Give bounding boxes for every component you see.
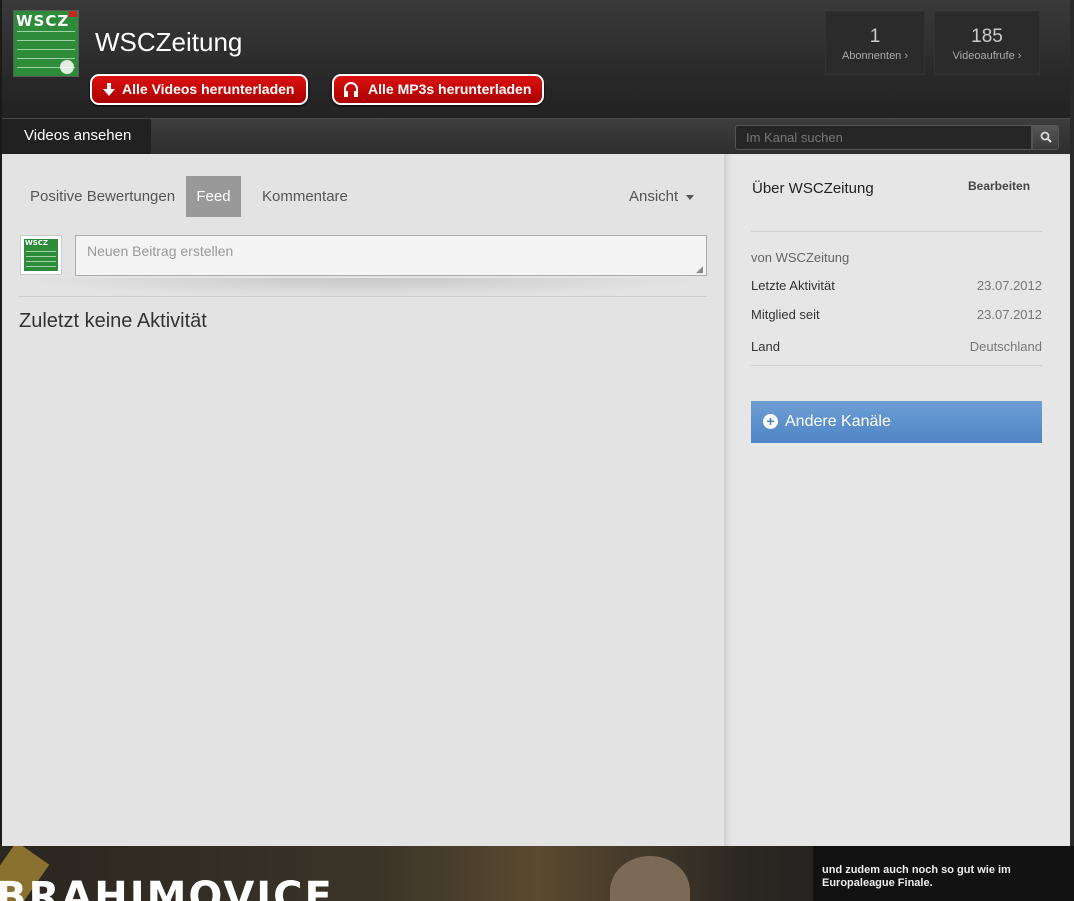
- logo-badge: [69, 11, 77, 17]
- banner-text: und zudem auch noch so gut wie im Europa…: [813, 846, 1074, 901]
- channel-title: WSCZeitung: [95, 27, 243, 57]
- tab-videos-ansehen[interactable]: Videos ansehen: [2, 119, 151, 154]
- download-all-mp3-label: Alle MP3s herunterladen: [368, 81, 532, 97]
- info-label: Mitglied seit: [751, 307, 820, 322]
- info-row-member-since: Mitglied seit 23.07.2012: [751, 307, 1042, 322]
- download-all-mp3-button[interactable]: Alle MP3s herunterladen: [332, 74, 544, 105]
- divider: [19, 296, 707, 297]
- plus-circle-icon: +: [763, 414, 778, 429]
- subscribers-count: 1: [869, 26, 881, 47]
- background-banner: BRAHIMOVICE und zudem auch noch so gut w…: [0, 846, 1074, 901]
- download-all-videos-label: Alle Videos herunterladen: [122, 81, 295, 97]
- download-all-videos-button[interactable]: Alle Videos herunterladen: [90, 74, 308, 105]
- banner-title: BRAHIMOVICE: [0, 874, 334, 901]
- divider: [751, 231, 1042, 232]
- channel-search-input[interactable]: [735, 125, 1032, 150]
- channel-search: [735, 125, 1059, 150]
- avatar: WSCZ: [20, 235, 62, 275]
- search-button[interactable]: [1032, 125, 1059, 150]
- info-row-country: Land Deutschland: [751, 339, 1042, 354]
- divider: [751, 365, 1042, 366]
- tab-feed[interactable]: Feed: [186, 176, 241, 217]
- divider-shadow: [19, 278, 707, 298]
- channel-header: WSCZ WSCZeitung Alle Videos herunterlade…: [2, 0, 1070, 118]
- view-dropdown-label: Ansicht: [629, 188, 679, 205]
- search-icon: [1040, 131, 1052, 143]
- info-row-last-activity: Letzte Aktivität 23.07.2012: [751, 278, 1042, 293]
- headphones-icon: [342, 76, 360, 106]
- caret-down-icon: [686, 194, 695, 200]
- resize-handle-icon[interactable]: ◢: [696, 264, 706, 274]
- views-count: 185: [971, 26, 1003, 47]
- logo-ball-icon: [60, 60, 74, 74]
- other-channels-label: Andere Kanäle: [785, 413, 891, 430]
- other-channels-button[interactable]: + Andere Kanäle: [751, 401, 1042, 443]
- tab-kommentare[interactable]: Kommentare: [262, 176, 348, 217]
- about-sidebar: Über WSCZeitung Bearbeiten von WSCZeitun…: [724, 154, 1070, 846]
- logo-text: WSCZ: [16, 12, 70, 30]
- about-title: Über WSCZeitung: [752, 180, 874, 197]
- info-label: Land: [751, 339, 780, 354]
- info-value: 23.07.2012: [976, 278, 1042, 293]
- info-label: Letzte Aktivität: [751, 278, 835, 293]
- channel-navbar: Videos ansehen: [2, 118, 1070, 154]
- new-post-input[interactable]: [75, 235, 707, 276]
- empty-feed-message: Zuletzt keine Aktivität: [19, 310, 207, 332]
- by-line[interactable]: von WSCZeitung: [751, 250, 849, 265]
- info-value: 23.07.2012: [976, 307, 1042, 322]
- banner-photo: [610, 856, 690, 901]
- views-label: Videoaufrufe ›: [952, 50, 1022, 62]
- download-arrow-icon: [100, 76, 118, 106]
- view-dropdown[interactable]: Ansicht: [629, 176, 695, 217]
- subscribers-label: Abonnenten ›: [841, 50, 909, 62]
- avatar-logo-text: WSCZ: [25, 239, 48, 247]
- views-stat[interactable]: 185 Videoaufrufe ›: [934, 11, 1040, 75]
- subscribers-stat[interactable]: 1 Abonnenten ›: [825, 11, 925, 75]
- info-value: Deutschland: [969, 339, 1042, 354]
- tab-positive-bewertungen[interactable]: Positive Bewertungen: [30, 176, 175, 217]
- window-edge: [1070, 0, 1074, 846]
- edit-link[interactable]: Bearbeiten: [968, 179, 1030, 193]
- channel-logo[interactable]: WSCZ: [13, 10, 79, 77]
- feed-panel: Positive Bewertungen Feed Kommentare Ans…: [2, 154, 724, 846]
